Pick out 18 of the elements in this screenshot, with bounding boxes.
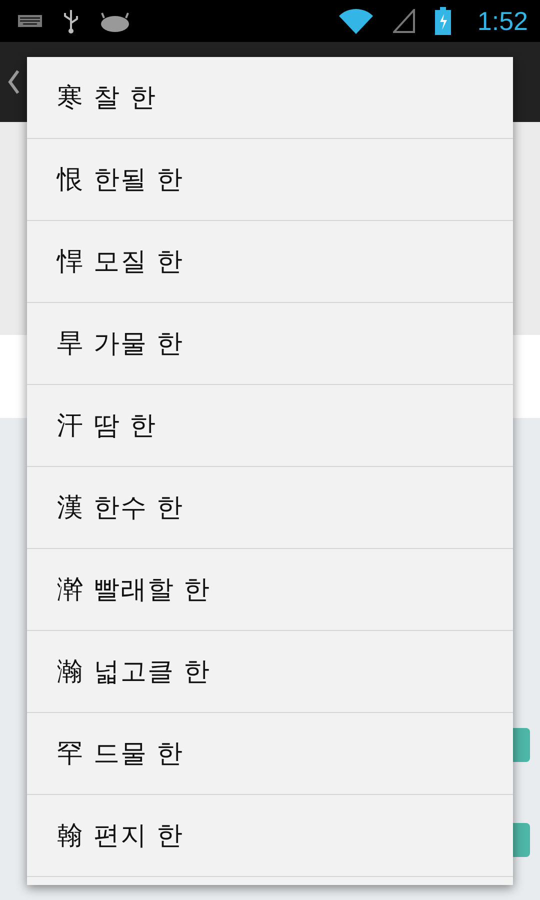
menu-item[interactable]: 瀚 넓고클 한 <box>27 631 513 713</box>
clock: 1:52 <box>477 6 528 36</box>
usb-icon <box>62 8 80 34</box>
menu-item[interactable]: 罕 드물 한 <box>27 713 513 795</box>
menu-item[interactable]: 悍 모질 한 <box>27 221 513 303</box>
menu-item[interactable]: 漢 한수 한 <box>27 467 513 549</box>
menu-item[interactable]: 旱 가물 한 <box>27 303 513 385</box>
menu-item[interactable]: 汗 땀 한 <box>27 385 513 467</box>
menu-item[interactable]: 寒 찰 한 <box>27 57 513 139</box>
menu-item[interactable]: 澣 빨래할 한 <box>27 549 513 631</box>
signal-icon <box>393 9 416 33</box>
battery-icon <box>435 7 452 35</box>
keyboard-icon <box>18 15 42 27</box>
back-icon[interactable] <box>8 69 20 95</box>
android-icon <box>100 10 130 32</box>
menu-item[interactable]: 恨 한될 한 <box>27 139 513 221</box>
menu-item[interactable]: 翰 편지 한 <box>27 795 513 877</box>
wifi-icon <box>339 8 374 34</box>
